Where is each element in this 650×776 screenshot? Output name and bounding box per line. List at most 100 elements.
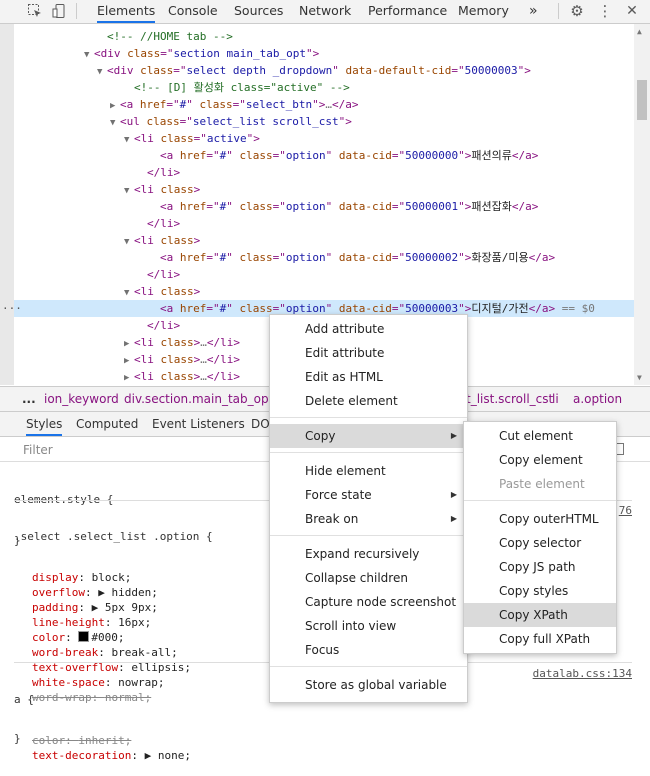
dom-token: option — [285, 149, 326, 162]
css-property-value[interactable]: 16px; — [118, 616, 151, 629]
css-property-name[interactable]: padding — [32, 601, 78, 614]
tab-computed[interactable]: Computed — [76, 412, 138, 436]
menu-item-store-as-global-variable[interactable]: Store as global variable — [270, 673, 467, 697]
breadcrumb-item[interactable]: a.option — [573, 387, 622, 411]
dom-node-line[interactable]: ▼ <div class="section main_tab_opt"> — [14, 45, 319, 62]
device-toolbar-icon[interactable] — [50, 3, 68, 19]
menu-item-break-on[interactable]: Break on ▶ — [270, 507, 467, 531]
menu-item-copy-xpath[interactable]: Copy XPath — [464, 603, 616, 627]
menu-item-focus[interactable]: Focus — [270, 638, 467, 662]
css-property-name[interactable]: text-decoration — [32, 749, 131, 762]
menu-item-cut-element[interactable]: Cut element — [464, 424, 616, 448]
menu-item-edit-as-html[interactable]: Edit as HTML — [270, 365, 467, 389]
menu-item-scroll-into-view[interactable]: Scroll into view — [270, 614, 467, 638]
menu-item-copy-element[interactable]: Copy element — [464, 448, 616, 472]
dom-token: <div — [107, 64, 141, 77]
menu-item-copy[interactable]: Copy ▶ — [270, 424, 467, 448]
css-property-value[interactable]: inherit; — [78, 734, 131, 747]
breadcrumb-item[interactable]: li — [552, 387, 559, 411]
dom-node-line[interactable]: ▶ <a href="#" class="select_btn">…</a> — [14, 96, 358, 113]
dom-node-line[interactable]: <!-- //HOME tab --> — [14, 28, 233, 45]
menu-item-force-state[interactable]: Force state ▶ — [270, 483, 467, 507]
menu-item-expand-recursively[interactable]: Expand recursively — [270, 542, 467, 566]
css-declaration[interactable]: text-decoration: ▶ none; — [14, 748, 632, 763]
tab-memory[interactable]: Memory — [458, 0, 509, 23]
dom-node-line[interactable]: ▶ <li class>…</li> — [14, 334, 240, 351]
color-swatch-icon[interactable] — [78, 631, 90, 642]
css-property-value[interactable]: block; — [92, 571, 132, 584]
tab-console[interactable]: Console — [168, 0, 218, 23]
css-property-name[interactable]: color — [32, 734, 65, 747]
css-property-value[interactable]: #000; — [91, 631, 124, 644]
tab-performance[interactable]: Performance — [368, 0, 447, 23]
css-colon: : — [131, 749, 145, 762]
dom-node-line[interactable]: <a href="#" class="option" data-cid="500… — [14, 147, 538, 164]
dom-token: > — [193, 285, 201, 298]
dom-node-line[interactable]: ▼ <ul class="select_list scroll_cst"> — [14, 113, 352, 130]
menu-item-edit-attribute[interactable]: Edit attribute — [270, 341, 467, 365]
css-property-name[interactable]: word-break — [32, 646, 98, 659]
menu-item-copy-selector[interactable]: Copy selector — [464, 531, 616, 555]
menu-item-capture-node-screenshot[interactable]: Capture node screenshot — [270, 590, 467, 614]
css-property-name[interactable]: line-height — [32, 616, 105, 629]
node-actions-icon[interactable]: ··· — [2, 300, 22, 317]
dom-node-line[interactable]: ▼ <li class> — [14, 181, 200, 198]
menu-item-collapse-children[interactable]: Collapse children — [270, 566, 467, 590]
dom-node-line[interactable]: <a href="#" class="option" data-cid="500… — [14, 198, 538, 215]
css-declaration[interactable]: color: inherit; — [14, 733, 632, 748]
close-icon[interactable]: ✕ — [623, 3, 641, 19]
tab-sources[interactable]: Sources — [234, 0, 283, 23]
breadcrumb-item[interactable]: t_list.scroll_cst — [466, 387, 553, 411]
tab-event-listeners[interactable]: Event Listeners — [152, 412, 245, 436]
scrollbar-thumb[interactable] — [637, 80, 647, 120]
dom-node-line[interactable]: ▼ <li class> — [14, 232, 200, 249]
inspect-element-icon[interactable] — [26, 3, 44, 19]
dom-token: active — [206, 132, 247, 145]
scroll-down-icon[interactable]: ▼ — [637, 373, 642, 382]
filter-input[interactable]: Filter — [23, 443, 53, 457]
gear-icon[interactable]: ⚙ — [568, 3, 586, 19]
css-property-name[interactable]: overflow — [32, 586, 85, 599]
dom-node-line[interactable]: ▶ <li class>…</li> — [14, 351, 240, 368]
dom-node-line[interactable]: ▶ <li class>…</li> — [14, 368, 240, 385]
dom-node-line[interactable]: ▼ <li class> — [14, 283, 200, 300]
menu-item-copy-styles[interactable]: Copy styles — [464, 579, 616, 603]
dom-node-line[interactable]: </li> — [14, 164, 180, 181]
tab-styles[interactable]: Styles — [26, 412, 63, 436]
css-property-value[interactable]: break-all; — [111, 646, 177, 659]
tab-dom-breakpoints[interactable]: DO — [251, 412, 270, 436]
submenu-arrow-icon: ▶ — [450, 431, 457, 440]
tab-network[interactable]: Network — [299, 0, 351, 23]
dom-scrollbar[interactable]: ▲ ▼ — [634, 24, 650, 385]
css-property-value[interactable]: ▶ none; — [145, 749, 191, 762]
scroll-up-icon[interactable]: ▲ — [637, 27, 642, 36]
menu-item-hide-element[interactable]: Hide element — [270, 459, 467, 483]
style-source-link[interactable]: datalab.css:134 — [533, 667, 632, 680]
dom-node-line[interactable]: ▼ <li class="active"> — [14, 130, 260, 147]
menu-item-copy-full-xpath[interactable]: Copy full XPath — [464, 627, 616, 651]
dom-token: "> — [338, 115, 352, 128]
tab-elements[interactable]: Elements — [97, 0, 156, 23]
css-property-value[interactable]: ▶ hidden; — [98, 586, 158, 599]
css-property-value[interactable]: ▶ 5px 9px; — [92, 601, 158, 614]
dom-node-line[interactable]: <a href="#" class="option" data-cid="500… — [14, 249, 555, 266]
dom-node-line[interactable]: </li> — [14, 317, 180, 334]
css-property-name[interactable]: color — [32, 631, 65, 644]
dom-node-line[interactable]: </li> — [14, 266, 180, 283]
dom-token: =" — [206, 251, 220, 264]
menu-item-copy-outerhtml[interactable]: Copy outerHTML — [464, 507, 616, 531]
menu-item-delete-element[interactable]: Delete element — [270, 389, 467, 413]
dom-node-line[interactable]: </li> — [14, 215, 180, 232]
more-tabs-button[interactable]: » — [529, 0, 538, 23]
menu-item-add-attribute[interactable]: Add attribute — [270, 317, 467, 341]
collapsed-arrow-icon[interactable]: ▶ — [124, 370, 134, 385]
menu-item-copy-js-path[interactable]: Copy JS path — [464, 555, 616, 579]
style-source-link[interactable]: 76 — [619, 504, 632, 517]
breadcrumb-more[interactable]: ... — [22, 387, 36, 411]
css-property-name[interactable]: display — [32, 571, 78, 584]
breadcrumb-item[interactable]: div.section.main_tab_opt — [124, 387, 273, 411]
more-options-icon[interactable]: ⋮ — [596, 3, 614, 19]
breadcrumb-item[interactable]: ion_keyword — [44, 387, 119, 411]
dom-node-line[interactable]: <!-- [D] 활성화 class="active" --> — [14, 79, 350, 96]
dom-node-line[interactable]: ▼ <div class="select depth _dropdown" dat… — [14, 62, 531, 79]
